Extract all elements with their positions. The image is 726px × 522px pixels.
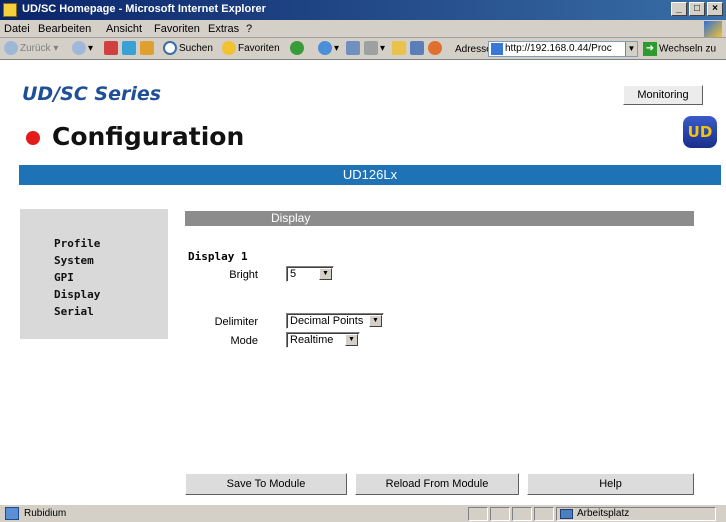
print-button[interactable]: ▾ <box>364 41 385 57</box>
back-arrow-icon <box>4 41 18 56</box>
display-heading: Display 1 <box>188 250 248 263</box>
menu-bar: Datei Bearbeiten Ansicht Favoriten Extra… <box>0 20 726 38</box>
refresh-button[interactable] <box>122 41 138 57</box>
mode-label: Mode <box>230 335 258 347</box>
security-zone: Arbeitsplatz <box>556 507 716 521</box>
status-bar: Rubidium Arbeitsplatz <box>0 504 726 522</box>
menu-help[interactable]: ? <box>246 23 252 35</box>
mode-select[interactable]: Realtime ▼ <box>286 332 360 348</box>
sidebar-item-system[interactable]: System <box>54 252 168 269</box>
menu-bearbeiten[interactable]: Bearbeiten <box>38 23 91 35</box>
discuss-button[interactable] <box>410 41 426 57</box>
sidebar: Profile System GPI Display Serial <box>20 209 168 339</box>
go-button[interactable]: ➜ Wechseln zu <box>643 42 716 56</box>
address-input[interactable]: http://192.168.0.44/Proc ▼ <box>488 41 638 57</box>
delimiter-value: Decimal Points <box>290 315 364 327</box>
status-cell <box>468 507 488 521</box>
status-cell <box>490 507 510 521</box>
edit-button[interactable] <box>392 41 408 57</box>
menu-favoriten[interactable]: Favoriten <box>154 23 200 35</box>
computer-icon <box>560 509 573 519</box>
page-content: UD/SC Series Monitoring Configuration UD… <box>0 61 726 504</box>
sidebar-item-display[interactable]: Display <box>54 286 168 303</box>
sidebar-item-gpi[interactable]: GPI <box>54 269 168 286</box>
home-icon <box>140 41 154 56</box>
print-icon <box>364 41 378 56</box>
window-title: UD/SC Homepage - Microsoft Internet Expl… <box>22 3 266 15</box>
go-arrow-icon: ➜ <box>643 42 657 56</box>
menu-datei[interactable]: Datei <box>4 23 30 35</box>
maximize-button[interactable]: □ <box>689 2 705 16</box>
stop-button[interactable] <box>104 41 120 57</box>
status-dot-icon <box>26 131 40 145</box>
menu-ansicht[interactable]: Ansicht <box>106 23 142 35</box>
ie-page-icon <box>3 3 17 17</box>
browser-toolbar: Zurück ▾ ▾ Suchen Favoriten ▾ ▾ Adresse … <box>0 38 726 60</box>
delimiter-select[interactable]: Decimal Points ▼ <box>286 313 384 329</box>
minimize-button[interactable]: _ <box>671 2 687 16</box>
reload-from-module-button[interactable]: Reload From Module <box>355 473 519 495</box>
address-value: http://192.168.0.44/Proc <box>505 43 612 54</box>
zone-label: Arbeitsplatz <box>577 508 630 519</box>
forward-arrow-icon <box>72 41 86 56</box>
bright-value: 5 <box>290 268 297 280</box>
page-icon <box>491 43 503 55</box>
history-button[interactable]: ▾ <box>318 41 339 57</box>
chevron-down-icon: ▼ <box>319 268 332 280</box>
messenger-icon <box>428 41 442 56</box>
bright-label: Bright <box>229 269 258 281</box>
help-button[interactable]: Help <box>527 473 694 495</box>
refresh-icon <box>122 41 136 56</box>
search-label: Suchen <box>179 43 213 54</box>
address-label: Adresse <box>455 44 492 55</box>
window-titlebar: UD/SC Homepage - Microsoft Internet Expl… <box>0 0 726 20</box>
sidebar-item-serial[interactable]: Serial <box>54 303 168 320</box>
edit-icon <box>392 41 406 56</box>
save-to-module-button[interactable]: Save To Module <box>185 473 347 495</box>
sidebar-item-profile[interactable]: Profile <box>54 235 168 252</box>
mode-value: Realtime <box>290 334 334 346</box>
ud-logo-icon: UD <box>683 116 717 148</box>
media-icon <box>290 41 304 56</box>
media-button[interactable] <box>290 41 306 57</box>
chevron-down-icon: ▼ <box>345 334 358 346</box>
status-cell <box>512 507 532 521</box>
page-title: Configuration <box>52 122 245 151</box>
menu-extras[interactable]: Extras <box>208 23 239 35</box>
discuss-icon <box>410 41 424 56</box>
favorites-button[interactable]: Favoriten <box>222 41 280 57</box>
history-icon <box>318 41 332 56</box>
series-title: UD/SC Series <box>22 83 162 105</box>
chevron-down-icon: ▼ <box>369 315 382 327</box>
close-button[interactable]: × <box>707 2 723 16</box>
delimiter-label: Delimiter <box>214 316 258 328</box>
forward-button[interactable]: ▾ <box>72 41 93 57</box>
back-button[interactable]: Zurück ▾ <box>4 41 58 57</box>
status-text: Rubidium <box>24 508 67 519</box>
messenger-button[interactable] <box>428 41 444 57</box>
favorites-label: Favoriten <box>238 43 280 54</box>
device-name-bar: UD126Lx <box>19 165 721 185</box>
go-label: Wechseln zu <box>659 43 717 55</box>
star-icon <box>222 41 236 56</box>
home-button[interactable] <box>140 41 156 57</box>
address-dropdown-icon[interactable]: ▼ <box>625 42 637 56</box>
windows-logo-icon <box>704 21 722 37</box>
back-label: Zurück <box>20 43 51 54</box>
page-done-icon <box>5 507 19 520</box>
mail-icon <box>346 41 360 56</box>
monitoring-button[interactable]: Monitoring <box>623 85 703 105</box>
section-header: Display <box>185 211 694 226</box>
stop-icon <box>104 41 118 56</box>
bright-select[interactable]: 5 ▼ <box>286 266 334 282</box>
search-button[interactable]: Suchen <box>163 41 213 57</box>
mail-button[interactable] <box>346 41 362 57</box>
search-icon <box>163 41 177 56</box>
status-cell <box>534 507 554 521</box>
